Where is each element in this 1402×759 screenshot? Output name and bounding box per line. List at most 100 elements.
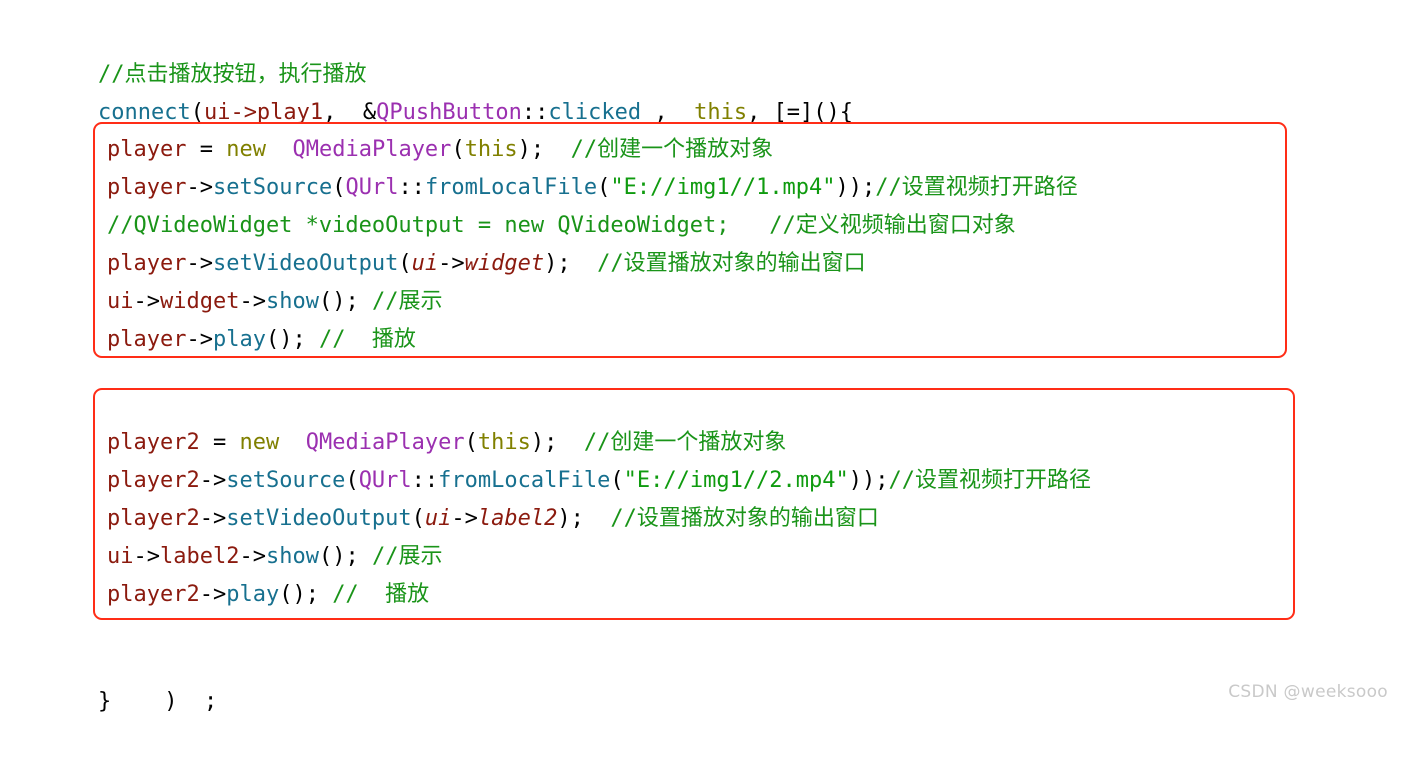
code-token-plain: -> [133,289,161,314]
code-token-kw: this [464,137,518,162]
code-token-plain: :: [398,175,425,200]
code-line: ui->widget->show(); //展示 [107,283,1078,321]
code-token-type: QUrl [345,175,399,200]
code-token-plain: ( [610,468,624,493]
code-token-var: player [107,251,187,276]
code-token-var: player2 [107,468,200,493]
code-token-var: player [107,137,187,162]
code-token-plain: = [199,430,240,455]
code-token-comment: //设置视频打开路径 [888,468,1092,493]
code-line: player2 = new QMediaPlayer(this); //创建一个… [107,424,1091,462]
code-token-func: setSource [226,468,346,493]
code-line: player->play(); // 播放 [107,321,1078,359]
code-token-plain: -> [186,251,213,276]
code-token-plain: ); [544,251,598,276]
code-line: //QVideoWidget *videoOutput = new QVideo… [107,207,1078,245]
code-token-type: QMediaPlayer [305,430,465,455]
code-token-var-i: ui [424,506,452,531]
code-token-comment: //设置播放对象的输出窗口 [597,251,866,276]
code-token-plain: ); [517,137,571,162]
code-token-var: ui [107,544,134,569]
code-token-plain: ( [411,506,425,531]
code-token-plain: -> [451,506,478,531]
code-token-plain: ( [332,175,346,200]
closing-statement-line: } ) ; [45,645,217,759]
code-token-plain: )); [848,468,889,493]
code-token-plain: )); [835,175,876,200]
code-token-func: setVideoOutput [226,506,412,531]
code-token-plain: :: [411,468,439,493]
code-token-string: "E://img1//2.mp4" [623,468,849,493]
code-token-plain: -> [199,506,227,531]
closing-brace-paren-semicolon: } ) ; [97,689,218,714]
code-token-plain: -> [239,544,266,569]
code-token-comment: //展示 [371,544,443,569]
code-token-plain: ( [597,175,611,200]
code-line: player = new QMediaPlayer(this); //创建一个播… [107,131,1078,169]
code-line: player2->play(); // 播放 [107,576,1091,614]
code-token-func: play [212,327,266,352]
code-token-plain: (); [318,544,372,569]
code-token-comment: //展示 [371,289,443,314]
code-line: player->setVideoOutput(ui->widget); //设置… [107,245,1078,283]
code-token-var: ui [107,289,134,314]
code-token-var-i: label2 [477,506,558,531]
code-token-plain: ( [398,251,412,276]
code-token-var-i: widget [464,251,545,276]
code-token-plain: -> [186,327,213,352]
csdn-watermark: CSDN @weeksooo [1228,682,1388,702]
code-token-plain: ); [530,430,584,455]
code-token-var: player [107,327,187,352]
code-token-comment: //QVideoWidget *videoOutput = new QVideo… [107,213,1016,238]
code-token-var: widget [160,289,240,314]
code-token-func: show [265,544,319,569]
code-token-var: player2 [107,506,200,531]
code-token-type: QUrl [358,468,412,493]
code-line: player2->setSource(QUrl::fromLocalFile("… [107,462,1091,500]
code-token-func: fromLocalFile [424,175,598,200]
code-token-var: label2 [160,544,240,569]
code-token-kw: this [477,430,531,455]
code-token-var: player2 [107,582,200,607]
code-token-plain: ( [451,137,465,162]
code-token-plain: -> [186,175,213,200]
code-token-plain: -> [199,582,227,607]
code-token-var-i: ui [411,251,439,276]
code-token-string: "E://img1//1.mp4" [610,175,836,200]
code-token-comment: // 播放 [332,582,430,607]
code-token-type: QMediaPlayer [292,137,452,162]
code-token-plain: -> [438,251,465,276]
code-token-kw: new [239,430,280,455]
code-token-plain: -> [133,544,161,569]
code-line: ui->label2->show(); //展示 [107,538,1091,576]
code-token-comment: //设置视频打开路径 [875,175,1078,200]
code-token-comment: //设置播放对象的输出窗口 [610,506,879,531]
code-token-plain: ); [557,506,611,531]
code-token-plain: -> [239,289,266,314]
code-token-func: fromLocalFile [438,468,611,493]
code-token-plain: (); [318,289,372,314]
code-token-comment: // 播放 [318,327,416,352]
code-line: player->setSource(QUrl::fromLocalFile("E… [107,169,1078,207]
code-token-plain: ( [345,468,359,493]
code-token-func: show [265,289,319,314]
code-snippet-canvas: //点击播放按钮，执行播放 connect(ui->play1, &QPushB… [0,0,1402,714]
code-token-plain: (); [279,582,333,607]
code-token-comment: //创建一个播放对象 [570,137,774,162]
code-token-func: setVideoOutput [212,251,399,276]
code-token-plain: ( [464,430,478,455]
code-token-var: player [107,175,187,200]
code-block-2: player2 = new QMediaPlayer(this); //创建一个… [107,424,1091,614]
code-token-plain: -> [199,468,227,493]
code-token-plain: = [186,137,227,162]
code-token-plain: (); [265,327,319,352]
code-token-kw: new [226,137,266,162]
code-token-func: play [226,582,280,607]
code-token-comment: //创建一个播放对象 [583,430,787,455]
code-line: player2->setVideoOutput(ui->label2); //设… [107,500,1091,538]
code-block-1: player = new QMediaPlayer(this); //创建一个播… [107,131,1078,359]
code-token-func: setSource [212,175,333,200]
code-token-var: player2 [107,430,200,455]
